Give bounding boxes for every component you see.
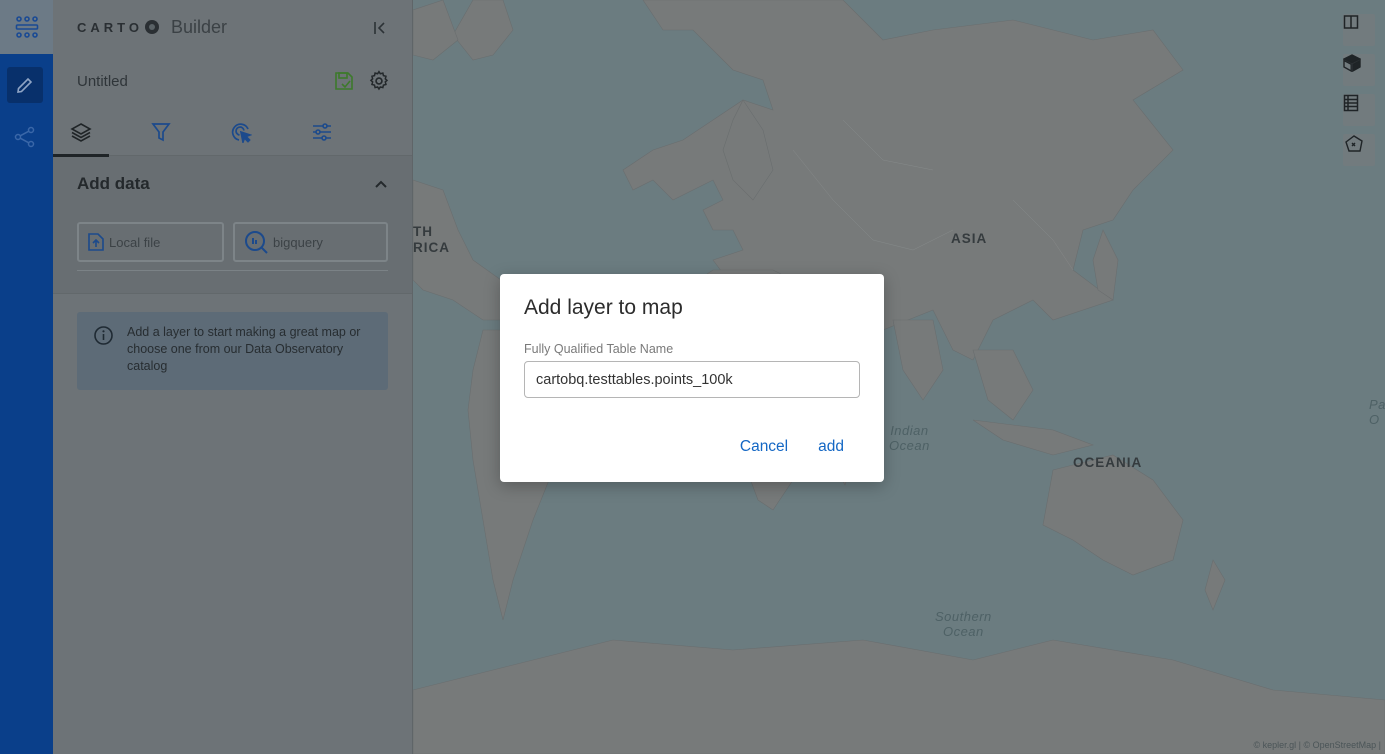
- map-label-north-america: TH RICA: [413, 224, 450, 255]
- add-button[interactable]: add: [818, 438, 844, 456]
- split-map-button[interactable]: [1343, 14, 1375, 46]
- legend-button[interactable]: [1343, 94, 1375, 126]
- dialog-title: Add layer to map: [524, 296, 683, 319]
- bigquery-label: bigquery: [273, 234, 323, 250]
- apps-menu-button[interactable]: [0, 0, 53, 54]
- add-data-heading: Add data: [77, 174, 150, 193]
- ocean-label-pacific: Pa O: [1369, 397, 1385, 427]
- left-rail: [0, 0, 53, 754]
- logo-dot: [144, 20, 159, 34]
- map-title-row: Untitled: [53, 54, 412, 108]
- tab-settings[interactable]: [269, 108, 375, 156]
- add-data-header[interactable]: Add data: [77, 156, 388, 212]
- draw-polygon-icon: [1345, 135, 1363, 152]
- interaction-icon: [231, 123, 252, 143]
- cancel-button[interactable]: Cancel: [740, 438, 788, 456]
- cube-3d-icon: [1343, 54, 1361, 72]
- save-icon[interactable]: [334, 71, 354, 91]
- tab-interactions[interactable]: [213, 108, 269, 156]
- map-title[interactable]: Untitled: [77, 73, 128, 90]
- pencil-icon: [17, 77, 33, 93]
- info-icon: [94, 326, 113, 345]
- bigquery-icon: [243, 229, 269, 255]
- ocean-label-southern: Southern Ocean: [935, 609, 992, 639]
- data-source-buttons: Local file bigquery: [77, 222, 388, 262]
- share-button[interactable]: [7, 119, 43, 155]
- info-text: Add a layer to start making a great map …: [127, 325, 361, 373]
- local-file-label: Local file: [109, 234, 161, 250]
- sidebar-header: CARTO Builder: [53, 0, 412, 54]
- 3d-view-button[interactable]: [1343, 54, 1375, 86]
- apps-grid-icon: [15, 16, 38, 38]
- legend-list-icon: [1343, 94, 1359, 112]
- add-layer-dialog: Add layer to map Fully Qualified Table N…: [500, 274, 884, 482]
- sidebar-tabs: [53, 108, 412, 157]
- edit-mode-button[interactable]: [7, 67, 43, 103]
- map-label-asia: ASIA: [951, 231, 988, 246]
- logo-text: CARTO: [77, 19, 143, 35]
- builder-sidebar: CARTO Builder Untitled Add data Local fi…: [53, 0, 413, 754]
- tab-filters[interactable]: [109, 108, 213, 156]
- table-name-input[interactable]: [524, 361, 860, 398]
- ocean-label-indian: Indian Ocean: [889, 423, 930, 453]
- layers-icon: [70, 123, 92, 142]
- split-view-icon: [1343, 15, 1359, 29]
- bigquery-button[interactable]: bigquery: [233, 222, 388, 262]
- collapse-sidebar-icon[interactable]: [372, 20, 388, 36]
- tab-layers[interactable]: [53, 108, 109, 157]
- sliders-icon: [313, 123, 331, 141]
- draw-polygon-button[interactable]: [1343, 134, 1375, 166]
- product-name: Builder: [170, 16, 228, 37]
- map-attribution[interactable]: © kepler.gl | © OpenStreetMap |: [1254, 740, 1382, 750]
- filter-icon: [151, 123, 171, 142]
- local-file-button[interactable]: Local file: [77, 222, 225, 262]
- chevron-up-icon[interactable]: [374, 179, 388, 189]
- upload-file-icon: [87, 232, 105, 252]
- gear-icon[interactable]: [368, 70, 390, 92]
- info-banner: Add a layer to start making a great map …: [77, 312, 388, 390]
- share-icon: [14, 126, 35, 148]
- map-label-oceania: OCEANIA: [1073, 455, 1143, 470]
- table-name-label: Fully Qualified Table Name: [524, 342, 674, 356]
- add-data-section: Add data Local file bigquery: [53, 156, 412, 294]
- section-divider: [77, 270, 388, 271]
- carto-logo: CARTO: [77, 20, 159, 35]
- dialog-actions: Cancel add: [740, 438, 844, 456]
